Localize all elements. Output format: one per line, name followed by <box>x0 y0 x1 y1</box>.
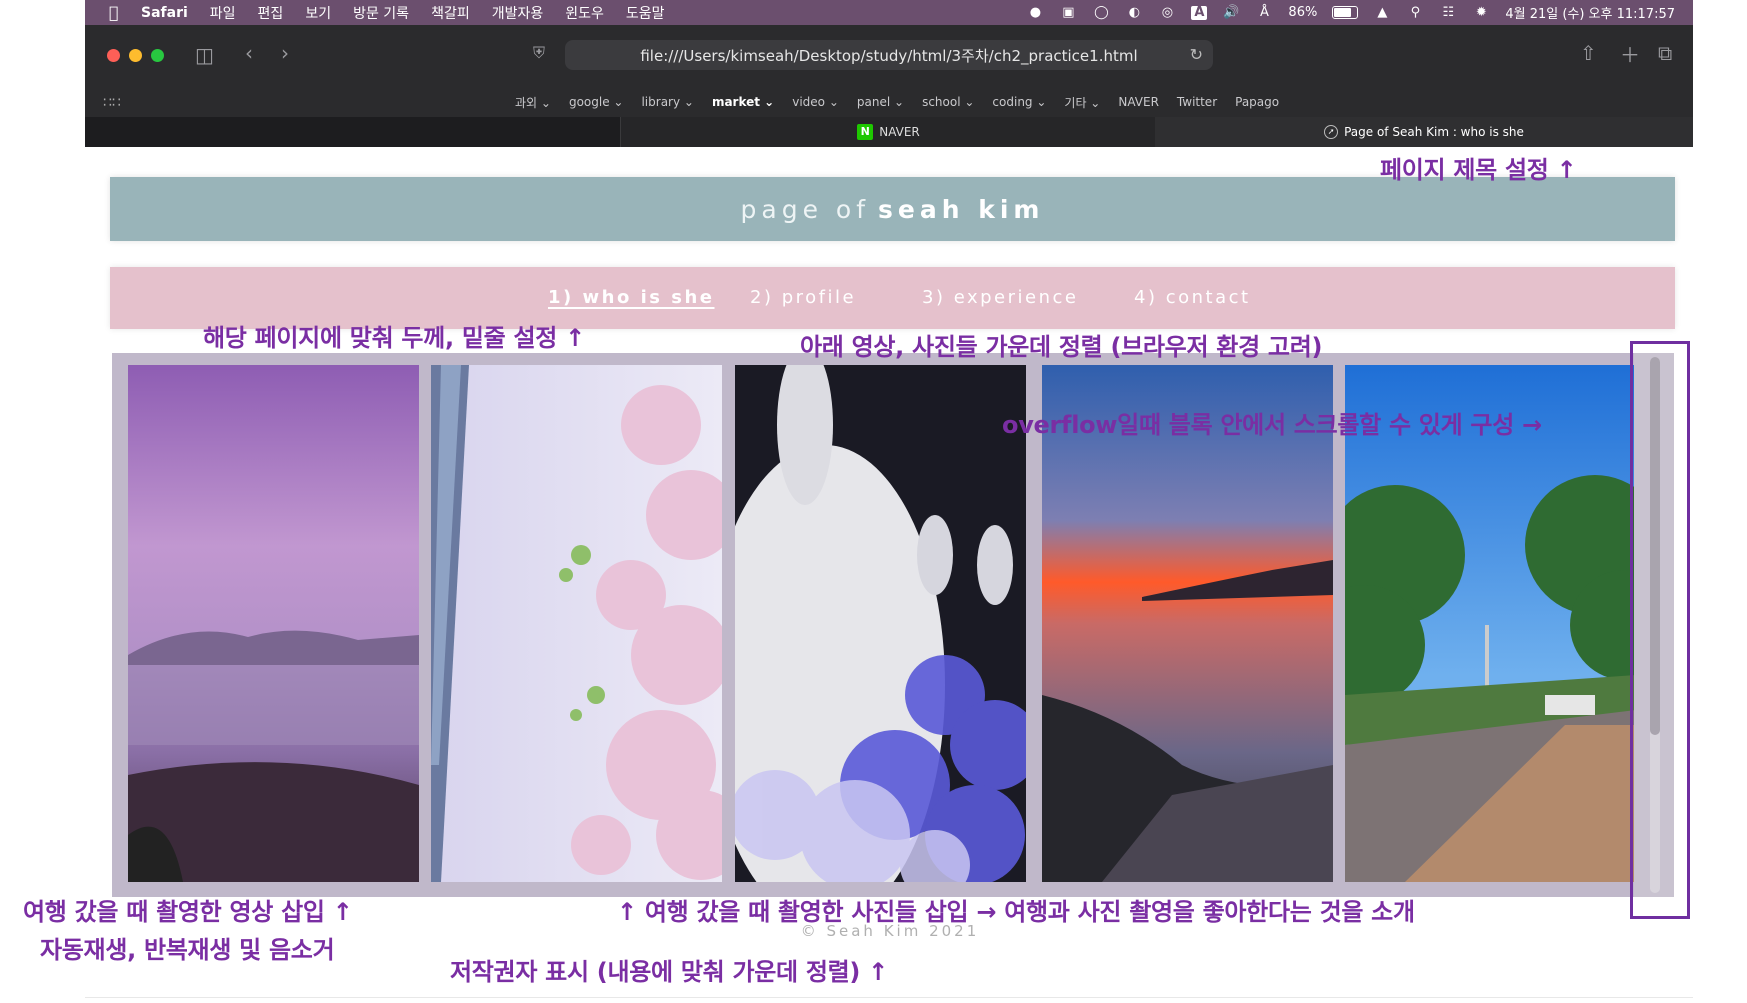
park-street-image <box>1345 365 1636 882</box>
photo-park-street <box>1345 365 1636 882</box>
bookmark-folder[interactable]: library ⌄ <box>641 95 693 109</box>
tab-naver[interactable]: N NAVER <box>620 117 1157 147</box>
glasses-icon[interactable]: ◯ <box>1092 5 1110 20</box>
photo-rabbit-installation <box>735 365 1026 882</box>
bookmark-folder[interactable]: coding ⌄ <box>992 95 1046 109</box>
nav-who-is-she[interactable]: 1) who is she <box>548 287 714 308</box>
menu-edit[interactable]: 편집 <box>258 3 284 23</box>
tab-active[interactable]: ➚ Page of Seah Kim : who is she <box>1155 117 1693 147</box>
bookmark-link[interactable]: Twitter <box>1177 95 1217 109</box>
address-bar[interactable]: file:///Users/kimseah/Desktop/study/html… <box>565 40 1213 70</box>
annotation-video-1: 여행 갔을 때 촬영한 영상 삽입 ↑ <box>23 898 353 926</box>
forward-icon[interactable]: › <box>281 41 289 65</box>
tab-title: NAVER <box>879 125 920 139</box>
reload-icon[interactable]: ↻ <box>1190 45 1203 64</box>
window-controls <box>107 49 164 62</box>
sidebar-toggle-icon[interactable]: ◫ <box>195 43 214 67</box>
scrollbar-highlight-frame <box>1630 341 1690 919</box>
minimize-window-icon[interactable] <box>129 49 142 62</box>
annotation-copyright: 저작권자 표시 (내용에 맞춰 가운데 정렬) ↑ <box>450 958 888 986</box>
status-icons: ● ▣ ◯ ◐ ◎ A 🔊 Å 86% ▲ ⚲ ☷ ✹ 4월 21일 (수) 오… <box>1026 0 1675 25</box>
annotation-title: 페이지 제목 설정 ↑ <box>1380 156 1577 184</box>
header-bold-text: seah kim <box>878 194 1045 224</box>
video-frame-image <box>128 365 419 882</box>
menu-app-name[interactable]: Safari <box>141 5 188 21</box>
apple-icon[interactable]:  <box>109 3 127 22</box>
menu-history[interactable]: 방문 기록 <box>353 3 409 23</box>
bluetooth-icon[interactable]: Å <box>1255 5 1273 20</box>
page-header: page of seah kim <box>110 177 1675 241</box>
bookmark-folder[interactable]: video ⌄ <box>792 95 839 109</box>
naver-logo-icon: N <box>857 124 874 140</box>
sunset-image <box>1042 365 1333 882</box>
annotation-photos: ↑ 여행 갔을 때 촬영한 사진들 삽입 → 여행과 사진 촬영을 좋아한다는 … <box>617 898 1415 926</box>
page-bottom-edge <box>85 997 1693 998</box>
url-text[interactable]: file:///Users/kimseah/Desktop/study/html… <box>640 45 1137 66</box>
chat-icon[interactable]: ● <box>1026 5 1044 20</box>
bookmark-link[interactable]: Papago <box>1235 95 1279 109</box>
travel-video[interactable] <box>128 365 419 882</box>
header-light-text: page of <box>740 194 871 224</box>
record-icon[interactable]: ◐ <box>1125 5 1143 20</box>
volume-icon[interactable]: 🔊 <box>1222 5 1240 20</box>
annotation-nav-style: 해당 페이지에 맞춰 두께, 밑줄 설정 ↑ <box>203 324 585 352</box>
nav-profile[interactable]: 2) profile <box>750 287 856 308</box>
battery-percent: 86% <box>1288 5 1318 20</box>
privacy-shield-icon[interactable]: ⛨ <box>533 43 545 63</box>
tab-title: Page of Seah Kim : who is she <box>1344 125 1524 139</box>
zoom-window-icon[interactable] <box>151 49 164 62</box>
bookmark-folder[interactable]: google ⌄ <box>569 95 624 109</box>
share-icon[interactable]: ⇧ <box>1580 41 1597 65</box>
bookmark-folder[interactable]: 기타 ⌄ <box>1064 94 1100 111</box>
menu-bar:  Safari 파일 편집 보기 방문 기록 책갈피 개발자용 윈도우 도움말… <box>85 0 1693 25</box>
new-tab-icon[interactable]: ＋ <box>1620 39 1640 68</box>
battery-icon[interactable] <box>1332 6 1359 19</box>
bookmark-folder[interactable]: 과외 ⌄ <box>515 94 551 111</box>
menu-help[interactable]: 도움말 <box>626 3 665 23</box>
siri-icon[interactable]: ✹ <box>1472 5 1490 20</box>
browser-toolbar: ◫ ‹ › ⛨ file:///Users/kimseah/Desktop/st… <box>85 25 1693 87</box>
bookmark-list: 과외 ⌄ google ⌄ library ⌄ market ⌄ video ⌄… <box>515 87 1279 117</box>
rabbit-image <box>735 365 1026 882</box>
menu-develop[interactable]: 개발자용 <box>492 3 544 23</box>
cherry-blossom-image <box>431 365 722 882</box>
search-icon[interactable]: ⚲ <box>1406 5 1424 20</box>
tab-empty[interactable] <box>85 117 620 147</box>
camera-icon[interactable]: ▣ <box>1059 5 1077 20</box>
bookmark-folder[interactable]: school ⌄ <box>922 95 974 109</box>
nav-contact[interactable]: 4) contact <box>1134 287 1251 308</box>
bookmark-folder[interactable]: market ⌄ <box>712 95 774 109</box>
photo-sunset-sea <box>1042 365 1333 882</box>
apps-grid-icon[interactable]: ∷∷ <box>103 95 121 111</box>
close-window-icon[interactable] <box>107 49 120 62</box>
menu-file[interactable]: 파일 <box>210 3 236 23</box>
airdrop-icon[interactable]: ◎ <box>1158 5 1176 20</box>
clock[interactable]: 4월 21일 (수) 오후 11:17:57 <box>1505 3 1675 22</box>
bookmark-folder[interactable]: panel ⌄ <box>857 95 904 109</box>
annotation-overflow: overflow일때 블록 안에서 스크롤할 수 있게 구성 → <box>1002 411 1542 439</box>
annotation-video-2: 자동재생, 반복재생 및 음소거 <box>40 936 335 964</box>
tab-overview-icon[interactable]: ⧉ <box>1658 41 1672 65</box>
bookmark-link[interactable]: NAVER <box>1118 95 1159 109</box>
menu-view[interactable]: 보기 <box>305 3 331 23</box>
annotation-center: 아래 영상, 사진들 가운데 정렬 (브라우저 환경 고려) <box>800 333 1323 361</box>
menu-window[interactable]: 윈도우 <box>565 3 604 23</box>
tab-bar: N NAVER ➚ Page of Seah Kim : who is she <box>85 117 1693 147</box>
photo-cherry-blossom <box>431 365 722 882</box>
wifi-icon[interactable]: ▲ <box>1373 5 1391 20</box>
nav-experience[interactable]: 3) experience <box>922 287 1078 308</box>
menu-bookmarks[interactable]: 책갈피 <box>431 3 470 23</box>
compass-icon: ➚ <box>1324 125 1339 139</box>
control-center-icon[interactable]: ☷ <box>1439 5 1457 20</box>
input-source-icon[interactable]: A <box>1191 5 1208 20</box>
bookmarks-bar: ∷∷ 과외 ⌄ google ⌄ library ⌄ market ⌄ vide… <box>85 87 1693 117</box>
back-icon[interactable]: ‹ <box>245 41 253 65</box>
